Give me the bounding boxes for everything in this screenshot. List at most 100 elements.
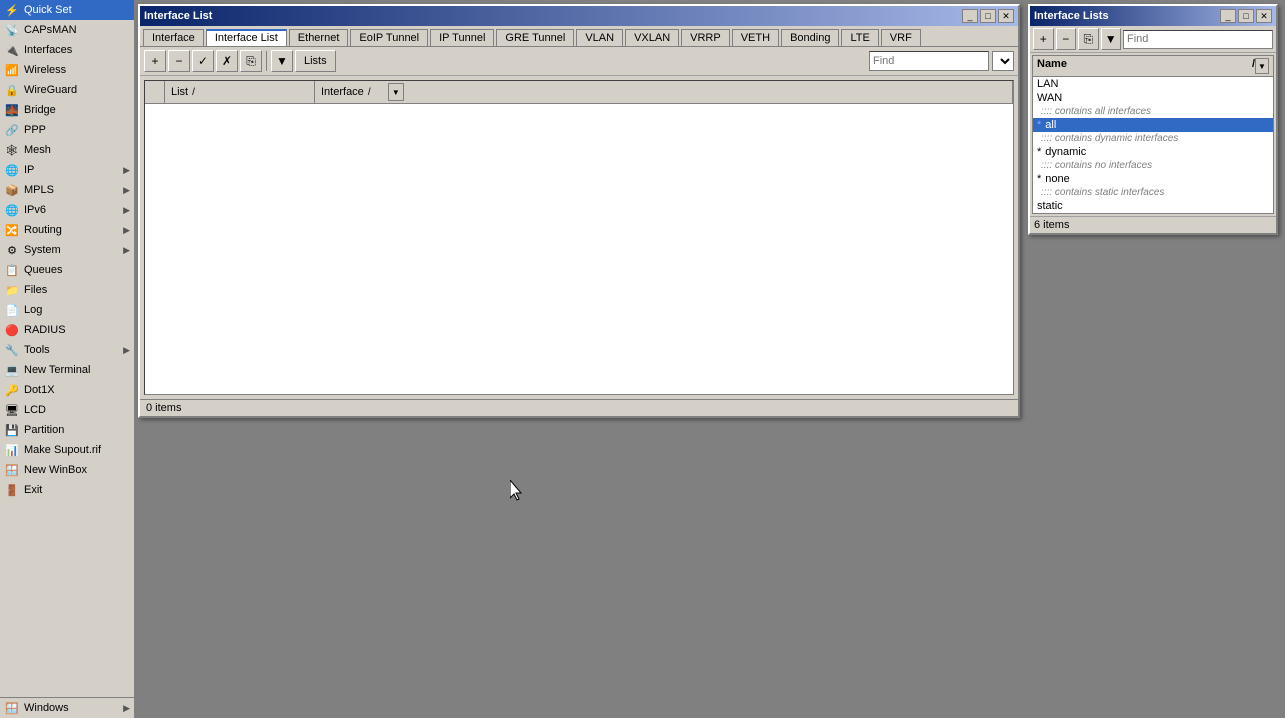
sec-filter-button[interactable]: ▼ <box>1101 28 1122 50</box>
sec-add-button[interactable]: + <box>1033 28 1054 50</box>
tab-bar: Interface Interface List Ethernet EoIP T… <box>140 26 1018 47</box>
list-table-header: Name / ▼ <box>1033 56 1273 77</box>
sidebar-item-routing[interactable]: 🔀 Routing ▶ <box>0 220 134 240</box>
search-scope-select[interactable] <box>992 51 1014 71</box>
exit-icon: 🚪 <box>4 482 20 498</box>
sidebar-item-partition[interactable]: 💾 Partition <box>0 420 134 440</box>
lists-button[interactable]: Lists <box>295 50 336 72</box>
static-label: static <box>1037 200 1063 212</box>
list-sort-icon[interactable]: / <box>192 87 208 98</box>
arrow-icon: ▶ <box>123 185 130 196</box>
sidebar-item-capsman[interactable]: 📡 CAPsMAN <box>0 20 134 40</box>
maximize-button[interactable]: □ <box>980 9 996 23</box>
interface-sort-icon[interactable]: / <box>368 87 384 98</box>
sidebar-item-label: CAPsMAN <box>24 24 130 36</box>
copy-button[interactable]: ⎘ <box>240 50 262 72</box>
disable-button[interactable]: ✗ <box>216 50 238 72</box>
sidebar-item-lcd[interactable]: 🖥 LCD <box>0 400 134 420</box>
wan-label: WAN <box>1037 92 1062 104</box>
add-icon: + <box>151 54 158 68</box>
sidebar-item-bridge[interactable]: 🌉 Bridge <box>0 100 134 120</box>
list-item-all[interactable]: * all <box>1033 118 1273 132</box>
sidebar-item-queues[interactable]: 📋 Queues <box>0 260 134 280</box>
comment-static-text: :::: contains static interfaces <box>1041 187 1164 198</box>
name-dropdown[interactable]: ▼ <box>1255 58 1269 74</box>
sidebar-item-make-supout[interactable]: 📊 Make Supout.rif <box>0 440 134 460</box>
tab-vxlan[interactable]: VXLAN <box>625 29 679 46</box>
none-label: none <box>1045 173 1069 185</box>
tab-vrf[interactable]: VRF <box>881 29 921 46</box>
flag-column-header <box>145 81 165 103</box>
remove-button[interactable]: − <box>168 50 190 72</box>
ipv6-icon: 🌐 <box>4 202 20 218</box>
cursor <box>510 480 526 505</box>
secondary-window-controls: _ □ ✕ <box>1220 9 1272 23</box>
comment-none-text: :::: contains no interfaces <box>1041 160 1152 171</box>
sidebar-item-tools[interactable]: 🔧 Tools ▶ <box>0 340 134 360</box>
files-icon: 📁 <box>4 282 20 298</box>
wireguard-icon: 🔒 <box>4 82 20 98</box>
sidebar-item-wireless[interactable]: 📶 Wireless <box>0 60 134 80</box>
sidebar-item-label: Make Supout.rif <box>24 444 130 456</box>
sidebar-item-new-terminal[interactable]: 💻 New Terminal <box>0 360 134 380</box>
lcd-icon: 🖥 <box>4 402 20 418</box>
tab-ethernet[interactable]: Ethernet <box>289 29 349 46</box>
add-button[interactable]: + <box>144 50 166 72</box>
tab-eoip-tunnel[interactable]: EoIP Tunnel <box>350 29 428 46</box>
list-column-label: List <box>171 86 188 98</box>
sec-close-button[interactable]: ✕ <box>1256 9 1272 23</box>
sidebar-item-new-winbox[interactable]: 🪟 New WinBox <box>0 460 134 480</box>
sidebar-item-mesh[interactable]: 🕸 Mesh <box>0 140 134 160</box>
interface-dropdown[interactable]: ▼ <box>388 83 404 101</box>
tab-lte[interactable]: LTE <box>841 29 878 46</box>
sec-search-input[interactable] <box>1123 30 1273 49</box>
sidebar-item-radius[interactable]: 🔴 RADIUS <box>0 320 134 340</box>
close-button[interactable]: ✕ <box>998 9 1014 23</box>
sidebar-item-label: New WinBox <box>24 464 130 476</box>
filter-button[interactable]: ▼ <box>271 50 293 72</box>
sidebar-item-files[interactable]: 📁 Files <box>0 280 134 300</box>
remove-icon: − <box>175 54 182 68</box>
sec-copy-button[interactable]: ⎘ <box>1078 28 1099 50</box>
sidebar-item-wireguard[interactable]: 🔒 WireGuard <box>0 80 134 100</box>
sidebar-item-interfaces[interactable]: 🔌 Interfaces <box>0 40 134 60</box>
tab-bonding[interactable]: Bonding <box>781 29 839 46</box>
minimize-button[interactable]: _ <box>962 9 978 23</box>
list-item-wan[interactable]: WAN <box>1033 91 1273 105</box>
sidebar-item-exit[interactable]: 🚪 Exit <box>0 480 134 500</box>
sec-minimize-button[interactable]: _ <box>1220 9 1236 23</box>
sidebar-item-system[interactable]: ⚙ System ▶ <box>0 240 134 260</box>
tab-interface[interactable]: Interface <box>143 29 204 46</box>
sidebar-item-ipv6[interactable]: 🌐 IPv6 ▶ <box>0 200 134 220</box>
tab-ip-tunnel[interactable]: IP Tunnel <box>430 29 494 46</box>
arrow-icon: ▶ <box>123 165 130 176</box>
comment-all-text: :::: contains all interfaces <box>1041 106 1151 117</box>
main-toolbar: + − ✓ ✗ ⎘ ▼ Lists <box>140 47 1018 76</box>
comment-dynamic-text: :::: contains dynamic interfaces <box>1041 133 1178 144</box>
enable-button[interactable]: ✓ <box>192 50 214 72</box>
tab-veth[interactable]: VETH <box>732 29 779 46</box>
tab-vlan[interactable]: VLAN <box>576 29 623 46</box>
sidebar-item-label: Partition <box>24 424 130 436</box>
tab-gre-tunnel[interactable]: GRE Tunnel <box>496 29 574 46</box>
dynamic-label: dynamic <box>1045 146 1086 158</box>
list-item-static[interactable]: static <box>1033 199 1273 213</box>
sidebar-item-windows[interactable]: 🪟 Windows ▶ <box>0 698 134 718</box>
list-item-dynamic[interactable]: * dynamic <box>1033 145 1273 159</box>
list-item-lan[interactable]: LAN <box>1033 77 1273 91</box>
sidebar-item-quick-set[interactable]: ⚡ Quick Set <box>0 0 134 20</box>
search-input[interactable] <box>869 51 989 71</box>
tab-interface-list[interactable]: Interface List <box>206 29 287 46</box>
tab-vrrp[interactable]: VRRP <box>681 29 730 46</box>
sidebar-item-ppp[interactable]: 🔗 PPP <box>0 120 134 140</box>
sidebar-item-dot1x[interactable]: 🔑 Dot1X <box>0 380 134 400</box>
sec-remove-button[interactable]: − <box>1056 28 1077 50</box>
sec-maximize-button[interactable]: □ <box>1238 9 1254 23</box>
main-window-titlebar: Interface List _ □ ✕ <box>140 6 1018 26</box>
sidebar-item-label: Bridge <box>24 104 130 116</box>
sidebar-item-log[interactable]: 📄 Log <box>0 300 134 320</box>
queues-icon: 📋 <box>4 262 20 278</box>
list-item-none[interactable]: * none <box>1033 172 1273 186</box>
sidebar-item-mpls[interactable]: 📦 MPLS ▶ <box>0 180 134 200</box>
sidebar-item-ip[interactable]: 🌐 IP ▶ <box>0 160 134 180</box>
